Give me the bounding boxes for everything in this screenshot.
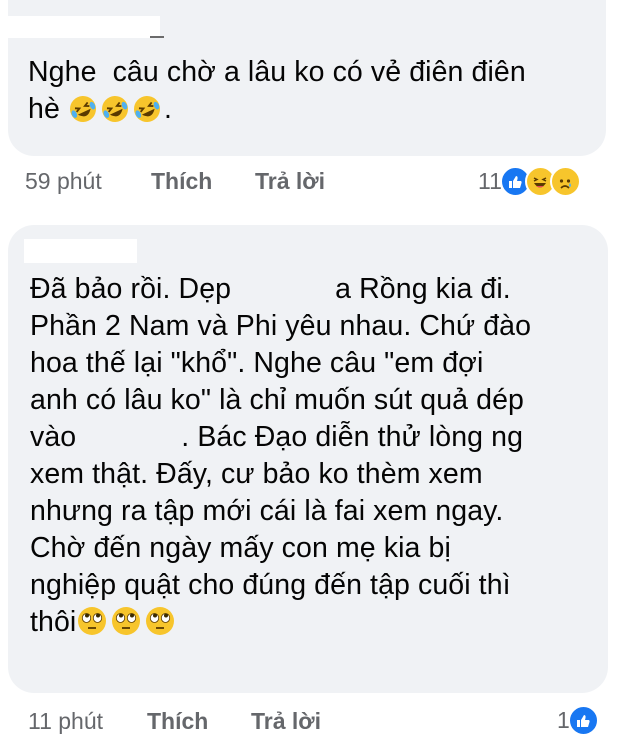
comment-line: vào (30, 421, 85, 453)
comment-line: Đã bảo rồi. Dẹp (30, 273, 240, 305)
comment-time[interactable]: 59 phút (25, 168, 102, 195)
reply-button[interactable]: Trả lời (255, 168, 325, 195)
comment-line-tail: . Bác Đạo diễn thử lòng ng (181, 421, 524, 453)
comment-line: Phần 2 Nam và Phi yêu nhau. Chứ đào (30, 310, 532, 342)
comment-line: anh có lâu ko" là chỉ muốn sút quả dép (30, 384, 524, 416)
comment-line: Chờ đến ngày mấy con mẹ kia bị (30, 532, 451, 564)
comment-line: Nghe câu chờ a lâu ko có vẻ điên điên (28, 56, 526, 88)
rolling-on-floor-laughing-icon (68, 94, 98, 134)
comment-time[interactable]: 11 phút (28, 708, 103, 735)
face-with-rolling-eyes-icon (144, 605, 176, 647)
comment-line: hoa thế lại "khổ". Nghe câu "em đợi (30, 347, 484, 379)
face-with-rolling-eyes-icon (76, 605, 108, 647)
reply-button[interactable]: Trả lời (251, 708, 321, 735)
reaction-summary-2[interactable]: 1 (557, 705, 599, 736)
reaction-count: 11 (478, 168, 502, 194)
like-reaction-icon (567, 705, 599, 736)
comment-line: nghiệp quật cho đúng đến tập cuối thì (30, 569, 511, 601)
comment-line: xem thật. Đấy, cư bảo ko thèm xem (30, 458, 483, 490)
comment-author-redacted[interactable] (24, 239, 137, 263)
comment-author-redacted[interactable] (8, 16, 160, 38)
comment-line-tail: a Rồng kia đi. (335, 273, 511, 305)
reaction-summary-1[interactable]: 11 (478, 166, 581, 197)
comment-bubble-1: Nghe câu chờ a lâu ko có vẻ điên điên hè… (8, 0, 606, 156)
like-button[interactable]: Thích (151, 168, 212, 195)
sad-reaction-icon (549, 166, 581, 197)
comment-line: nhưng ra tập mới cái là fai xem ngay. (30, 495, 504, 527)
rolling-on-floor-laughing-icon (100, 94, 130, 134)
trailing-text: . (163, 93, 172, 125)
rolling-on-floor-laughing-icon (132, 94, 162, 134)
redaction-edge (150, 36, 164, 38)
comment-line: thôi (30, 606, 77, 638)
comment-line: hè (28, 93, 60, 125)
like-button[interactable]: Thích (147, 708, 208, 735)
comment-text: Nghe câu chờ a lâu ko có vẻ điên điên hè… (28, 54, 526, 134)
face-with-rolling-eyes-icon (110, 605, 142, 647)
comment-bubble-2: Đã bảo rồi. Dẹp a Rồng kia đi. Phần 2 Na… (8, 225, 608, 693)
comment-text: Đã bảo rồi. Dẹp a Rồng kia đi. Phần 2 Na… (30, 271, 531, 647)
